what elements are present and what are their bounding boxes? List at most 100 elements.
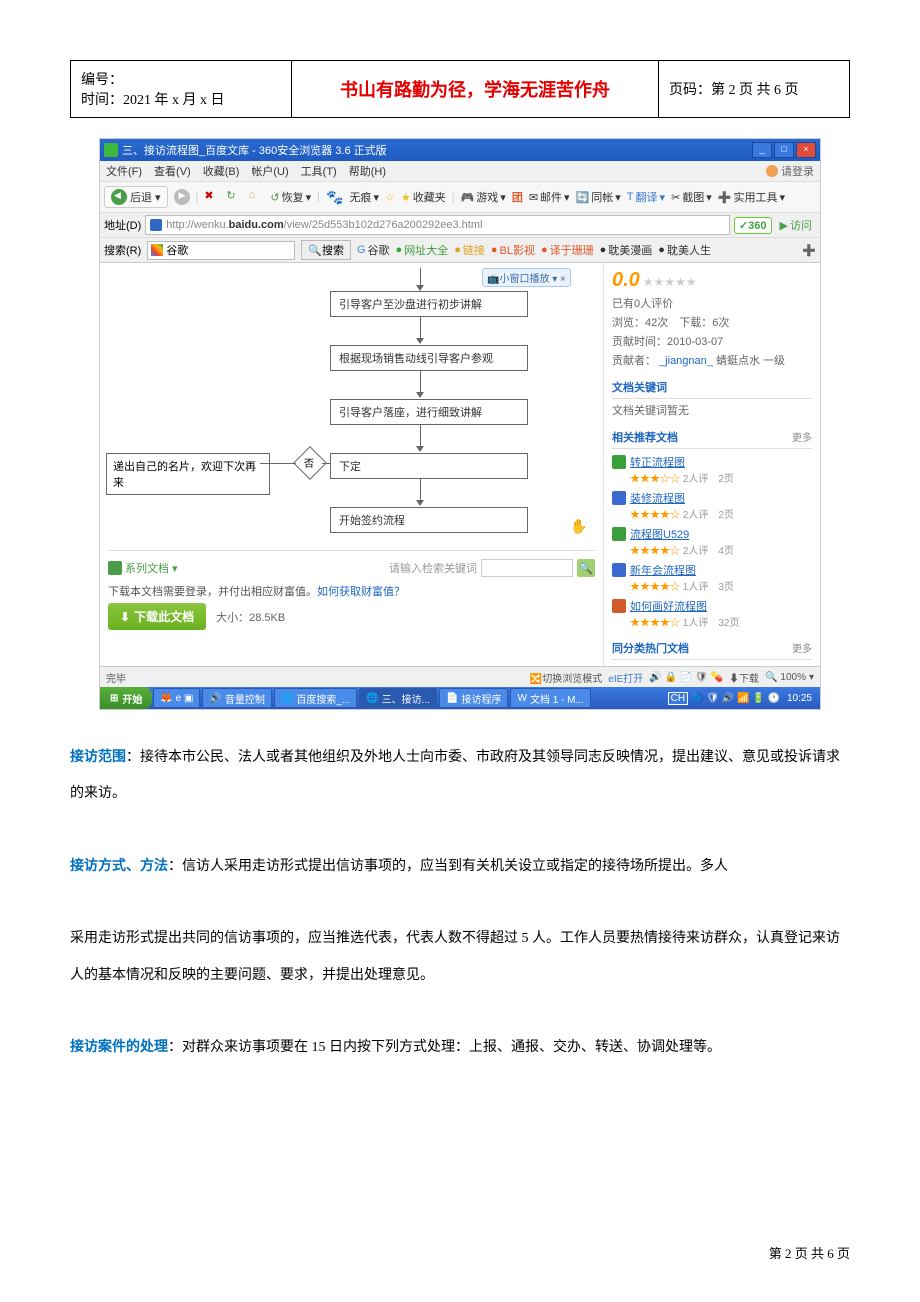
go-button[interactable]: ▶访问 bbox=[776, 217, 816, 233]
related-item[interactable]: 新年会流程图 bbox=[612, 562, 812, 578]
menu-fav[interactable]: 收藏(B) bbox=[203, 163, 240, 179]
search-input[interactable]: 谷歌 bbox=[147, 241, 295, 260]
page-label: 页码： bbox=[669, 83, 711, 98]
sitelink-5[interactable]: ●耽美漫画 bbox=[600, 242, 653, 258]
popup-player[interactable]: 📺小窗口播放 ▾ × bbox=[482, 268, 571, 287]
google-icon bbox=[151, 244, 163, 256]
task-item[interactable]: W文档 1 - M... bbox=[510, 688, 590, 708]
minimize-button[interactable]: _ bbox=[752, 142, 772, 158]
menu-tools[interactable]: 工具(T) bbox=[301, 163, 337, 179]
doc-icon bbox=[108, 561, 122, 575]
kw-placeholder: 请输入检索关键词 bbox=[389, 560, 477, 576]
search-button[interactable]: 🔍搜索 bbox=[301, 240, 351, 260]
system-tray: CH 🔵 🛡 🔊 📶 🔋 🕐 10:25 bbox=[664, 692, 820, 705]
menu-account[interactable]: 帐户(U) bbox=[251, 163, 288, 179]
page-value: 第 2 页 共 6 页 bbox=[711, 83, 799, 98]
more-link[interactable]: 更多 bbox=[792, 429, 812, 445]
contributor-link[interactable]: _jiangnan_ bbox=[659, 355, 713, 367]
sitelink-3[interactable]: ●BL影视 bbox=[491, 242, 535, 258]
sitelink-1[interactable]: ●网址大全 bbox=[396, 242, 449, 258]
keyword-input[interactable] bbox=[481, 559, 573, 577]
back-icon bbox=[111, 189, 127, 205]
clock[interactable]: 10:25 bbox=[783, 693, 816, 704]
id-label: 编号： bbox=[81, 73, 123, 88]
related-item[interactable]: 如何画好流程图 bbox=[612, 598, 812, 614]
task-item[interactable]: 🌐百度搜索_... bbox=[274, 688, 357, 708]
content-area: 📺小窗口播放 ▾ × 引导客户至沙盘进行初步讲解 根据现场销售动线引导客户参观 … bbox=[100, 263, 820, 673]
sitelink-6[interactable]: ●耽美人生 bbox=[658, 242, 711, 258]
doc-icon bbox=[612, 563, 626, 577]
sitelink-4[interactable]: ●译于珊珊 bbox=[541, 242, 594, 258]
file-size: 大小：28.5KB bbox=[216, 609, 285, 625]
person-icon bbox=[766, 165, 778, 177]
related-header: 相关推荐文档更多 bbox=[612, 426, 812, 449]
ie-open[interactable]: eIE打开 bbox=[608, 670, 643, 685]
wealth-link[interactable]: 如何获取财富值？ bbox=[317, 586, 405, 598]
close-button[interactable]: × bbox=[796, 142, 816, 158]
label-scope: 接访范围 bbox=[70, 750, 126, 765]
zoom-control[interactable]: 🔍100% ▾ bbox=[765, 672, 814, 683]
rating-value: 0.0 bbox=[612, 269, 640, 291]
download-button[interactable]: ⬇下载此文档 bbox=[108, 603, 206, 630]
lang-indicator[interactable]: CH bbox=[668, 692, 688, 705]
statusbar: 完毕 🔀切换浏览模式 eIE打开 🔊 🔒 📄 🛡 💊 ⬇下载 🔍100% ▾ bbox=[100, 666, 820, 687]
related-item[interactable]: 装修流程图 bbox=[612, 490, 812, 506]
game-button[interactable]: 🎮游戏▾ bbox=[461, 189, 506, 205]
capture-button[interactable]: ✂截图▾ bbox=[671, 189, 712, 205]
paragraph-method-2: 采用走访形式提出共同的信访事项的，应当推选代表，代表人数不得超过 5 人。工作人… bbox=[70, 921, 850, 994]
sitelink-0[interactable]: G谷歌 bbox=[357, 242, 390, 258]
login-hint[interactable]: 请登录 bbox=[766, 163, 814, 179]
favorites-button[interactable]: ★收藏夹 bbox=[401, 189, 446, 205]
stop-icon[interactable]: ✖ bbox=[204, 189, 220, 205]
page-footer: 第 2 页 共 6 页 bbox=[769, 1243, 850, 1262]
contributor: 贡献者： _jiangnan_ 蜻蜓点水 一级 bbox=[612, 352, 812, 368]
related-item[interactable]: 流程图U529 bbox=[612, 526, 812, 542]
download-note: 下载本文档需要登录，并付出相应财富值。如何获取财富值？ bbox=[108, 583, 595, 599]
forward-button[interactable] bbox=[174, 189, 190, 205]
flow-box-3: 引导客户落座，进行细致讲解 bbox=[330, 399, 528, 425]
paragraph-scope: 接访范围：接待本市公民、法人或者其他组织及外地人士向市委、市政府及其领导同志反映… bbox=[70, 740, 850, 813]
series-docs[interactable]: 系列文档 ▾ bbox=[108, 560, 178, 576]
restore-button[interactable]: ↺恢复 ▾ bbox=[270, 189, 311, 205]
header-left: 编号： 时间：2021 年 x 月 x 日 bbox=[71, 61, 292, 118]
menu-file[interactable]: 文件(F) bbox=[106, 163, 142, 179]
app-icon bbox=[104, 143, 118, 157]
doc-icon bbox=[612, 491, 626, 505]
fav-add-icon[interactable]: ☆ bbox=[385, 191, 395, 204]
mail-button[interactable]: ✉邮件▾ bbox=[529, 189, 570, 205]
more-link[interactable]: 更多 bbox=[792, 640, 812, 656]
back-button[interactable]: 后退 ▾ bbox=[104, 186, 168, 208]
task-item[interactable]: 📄接访程序 bbox=[439, 688, 508, 708]
translate-button[interactable]: T翻译▾ bbox=[627, 189, 665, 205]
notrace-button[interactable]: 无痕 ▾ bbox=[349, 189, 379, 205]
quicklaunch[interactable]: 🦊 e ▣ bbox=[153, 688, 200, 708]
menu-view[interactable]: 查看(V) bbox=[154, 163, 191, 179]
taskbar: ⊞ 开始 🦊 e ▣ 🔊音量控制 🌐百度搜索_... 🌐三、接访... 📄接访程… bbox=[100, 687, 820, 709]
addr-input[interactable]: http://wenku.baidu.com/view/25d553b102d2… bbox=[145, 215, 730, 235]
switch-mode[interactable]: 🔀切换浏览模式 bbox=[530, 670, 602, 685]
start-button[interactable]: ⊞ 开始 bbox=[100, 687, 152, 709]
paw-icon[interactable]: 🐾 bbox=[326, 189, 343, 206]
tray-icons[interactable]: 🔵 🛡 🔊 📶 🔋 🕐 bbox=[691, 693, 780, 704]
sync-button[interactable]: 🔄同帐▾ bbox=[576, 189, 621, 205]
header-right: 页码：第 2 页 共 6 页 bbox=[659, 61, 850, 118]
tools-button[interactable]: ➕实用工具▾ bbox=[718, 189, 785, 205]
keyword-search-button[interactable]: 🔍 bbox=[577, 559, 595, 577]
add-site-icon[interactable]: ➕ bbox=[802, 244, 816, 257]
status-done: 完毕 bbox=[106, 670, 126, 685]
hand-cursor-icon: ✋ bbox=[570, 518, 587, 535]
brand-badge: ✓360 bbox=[734, 217, 772, 234]
body-text: 接访范围：接待本市公民、法人或者其他组织及外地人士向市委、市政府及其领导同志反映… bbox=[70, 740, 850, 1066]
task-item[interactable]: 🔊音量控制 bbox=[202, 688, 271, 708]
menu-help[interactable]: 帮助(H) bbox=[349, 163, 386, 179]
ppt-icon bbox=[612, 599, 626, 613]
home-icon[interactable]: ⌂ bbox=[248, 189, 264, 205]
keywords-header: 文档关键词 bbox=[612, 376, 812, 399]
group-button[interactable]: 团 bbox=[512, 189, 523, 205]
sitelink-2[interactable]: ●链接 bbox=[454, 242, 485, 258]
maximize-button[interactable]: □ bbox=[774, 142, 794, 158]
refresh-icon[interactable]: ↻ bbox=[226, 189, 242, 205]
related-item[interactable]: 转正流程图 bbox=[612, 454, 812, 470]
task-item-active[interactable]: 🌐三、接访... bbox=[359, 688, 437, 708]
download-status[interactable]: ⬇下载 bbox=[729, 670, 759, 685]
